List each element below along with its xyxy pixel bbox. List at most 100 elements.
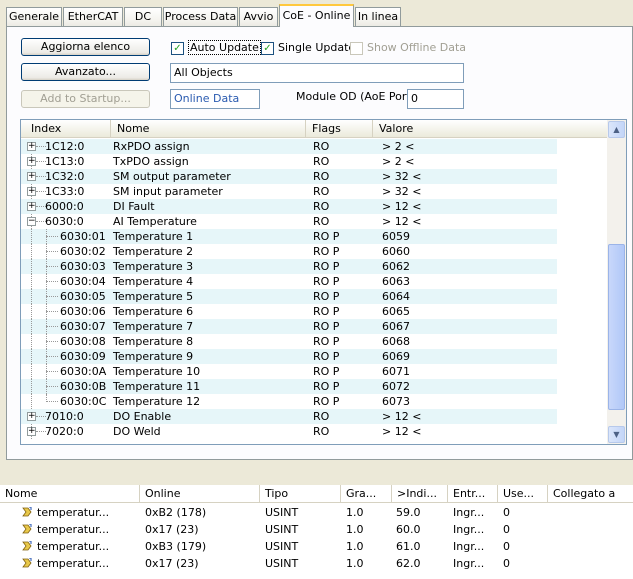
- col-var-collegato[interactable]: Collegato a: [548, 485, 633, 503]
- row-flags: RO P: [313, 230, 340, 243]
- var-indi: 59.0: [396, 506, 421, 519]
- coe-object-list[interactable]: Index Nome Flags Valore +1C12:0 RxPDO ass…: [20, 119, 627, 445]
- list-item[interactable]: 6030:07 Temperature 7 RO P 6067: [21, 319, 557, 334]
- collapse-icon[interactable]: −: [27, 217, 36, 226]
- row-index: 1C32:0: [45, 170, 85, 183]
- row-flags: RO P: [313, 395, 340, 408]
- list-item[interactable]: 6030:06 Temperature 6 RO P 6065: [21, 304, 557, 319]
- list-item[interactable]: +1C33:0 SM input parameter RO > 32 <: [21, 184, 557, 199]
- row-index: 6030:01: [60, 230, 106, 243]
- auto-update-checkbox[interactable]: ✓ Auto Update: [171, 40, 261, 55]
- col-var-tipo[interactable]: Tipo: [260, 485, 341, 503]
- list-item[interactable]: 6030:0B Temperature 11 RO P 6072: [21, 379, 557, 394]
- variable-list[interactable]: Nome Online Tipo Gra... >Indi... Entr...…: [0, 485, 633, 579]
- variable-row[interactable]: temperatur... 0xB3 (179) USINT 1.0 61.0 Ingr.…: [0, 538, 633, 555]
- expand-icon[interactable]: +: [27, 187, 36, 196]
- col-var-online[interactable]: Online: [140, 485, 260, 503]
- show-offline-data-checkbox[interactable]: Show Offline Data: [350, 41, 466, 55]
- row-value: 6059: [382, 230, 410, 243]
- row-name: TxPDO assign: [113, 155, 189, 168]
- row-flags: RO P: [313, 275, 340, 288]
- list-item[interactable]: 6030:0C Temperature 12 RO P 6073: [21, 394, 557, 409]
- var-indi: 61.0: [396, 540, 421, 553]
- module-od-field[interactable]: 0: [407, 89, 464, 109]
- row-flags: RO: [313, 410, 330, 423]
- row-flags: RO P: [313, 245, 340, 258]
- tab-generale[interactable]: Generale: [6, 7, 62, 26]
- row-value: 6073: [382, 395, 410, 408]
- col-flags[interactable]: Flags: [306, 120, 373, 137]
- list-scrollbar[interactable]: ▲ ▼: [607, 120, 626, 444]
- avanzato-button[interactable]: Avanzato...: [21, 63, 150, 81]
- var-indi: 62.0: [396, 557, 421, 570]
- list-item[interactable]: +1C32:0 SM output parameter RO > 32 <: [21, 169, 557, 184]
- tab-avvio[interactable]: Avvio: [239, 7, 278, 26]
- var-gra: 1.0: [346, 506, 364, 519]
- expand-icon[interactable]: +: [27, 172, 36, 181]
- row-index: 6030:09: [60, 350, 106, 363]
- aggiorna-elenco-button[interactable]: Aggiorna elenco: [21, 38, 150, 56]
- var-online: 0x17 (23): [145, 523, 199, 536]
- list-item[interactable]: −6030:0 AI Temperature RO > 12 <: [21, 214, 557, 229]
- var-tipo: USINT: [265, 540, 299, 553]
- row-flags: RO P: [313, 320, 340, 333]
- tab-coe-online[interactable]: CoE - Online: [279, 4, 354, 27]
- list-item[interactable]: +7020:0 DO Weld RO > 12 <: [21, 424, 557, 439]
- col-valore[interactable]: Valore: [373, 120, 607, 137]
- list-item[interactable]: 6030:04 Temperature 4 RO P 6063: [21, 274, 557, 289]
- list-item[interactable]: 6030:09 Temperature 9 RO P 6069: [21, 349, 557, 364]
- list-item[interactable]: 6030:01 Temperature 1 RO P 6059: [21, 229, 557, 244]
- col-var-entr[interactable]: Entr...: [448, 485, 498, 503]
- col-var-use[interactable]: Use...: [498, 485, 548, 503]
- row-name: Temperature 7: [113, 320, 194, 333]
- row-flags: RO P: [313, 290, 340, 303]
- list-item[interactable]: +1C13:0 TxPDO assign RO > 2 <: [21, 154, 557, 169]
- add-to-startup-button[interactable]: Add to Startup...: [21, 90, 150, 108]
- row-name: DO Weld: [113, 425, 161, 438]
- tab-ethercat[interactable]: EtherCAT: [63, 7, 123, 26]
- filter-field[interactable]: All Objects: [170, 63, 464, 83]
- list-item[interactable]: 6030:03 Temperature 3 RO P 6062: [21, 259, 557, 274]
- scroll-down-icon[interactable]: ▼: [608, 426, 625, 443]
- row-value: 6072: [382, 380, 410, 393]
- col-var-gra[interactable]: Gra...: [341, 485, 392, 503]
- var-online: 0xB3 (179): [145, 540, 207, 553]
- scroll-thumb[interactable]: [608, 244, 625, 410]
- list-item[interactable]: 6030:0A Temperature 10 RO P 6071: [21, 364, 557, 379]
- row-flags: RO: [313, 185, 330, 198]
- tab-in-linea[interactable]: In linea: [355, 7, 401, 26]
- col-nome[interactable]: Nome: [111, 120, 306, 137]
- row-name: Temperature 6: [113, 305, 194, 318]
- var-name: temperatur...: [37, 557, 110, 570]
- row-index: 6030:03: [60, 260, 106, 273]
- expand-icon[interactable]: +: [27, 157, 36, 166]
- list-item[interactable]: +1C12:0 RxPDO assign RO > 2 <: [21, 139, 557, 154]
- single-update-checkbox[interactable]: ✓ Single Update: [261, 41, 355, 55]
- list-item[interactable]: 6030:05 Temperature 5 RO P 6064: [21, 289, 557, 304]
- var-entr: Ingr...: [453, 523, 485, 536]
- var-name: temperatur...: [37, 540, 110, 553]
- variable-row[interactable]: temperatur... 0x17 (23) USINT 1.0 60.0 Ingr..…: [0, 521, 633, 538]
- expand-icon[interactable]: +: [27, 202, 36, 211]
- list-item[interactable]: +7010:0 DO Enable RO > 12 <: [21, 409, 557, 424]
- online-data-field[interactable]: Online Data: [170, 89, 260, 109]
- col-index[interactable]: Index: [21, 120, 111, 137]
- tab-process-data[interactable]: Process Data: [163, 7, 238, 26]
- list-header: Index Nome Flags Valore: [21, 120, 607, 138]
- variable-row[interactable]: temperatur... 0x17 (23) USINT 1.0 62.0 Ingr..…: [0, 555, 633, 572]
- expand-icon[interactable]: +: [27, 412, 36, 421]
- expand-icon[interactable]: +: [27, 142, 36, 151]
- list-item[interactable]: 6030:02 Temperature 2 RO P 6060: [21, 244, 557, 259]
- row-flags: RO: [313, 200, 330, 213]
- tab-dc[interactable]: DC: [124, 7, 162, 26]
- list-item[interactable]: +6000:0 DI Fault RO > 12 <: [21, 199, 557, 214]
- col-var-nome[interactable]: Nome: [0, 485, 140, 503]
- col-var-indi[interactable]: >Indi...: [392, 485, 448, 503]
- expand-icon[interactable]: +: [27, 427, 36, 436]
- list-item[interactable]: 6030:08 Temperature 8 RO P 6068: [21, 334, 557, 349]
- variable-row[interactable]: temperatur... 0xB2 (178) USINT 1.0 59.0 Ingr.…: [0, 504, 633, 521]
- scroll-up-icon[interactable]: ▲: [608, 121, 625, 138]
- input-variable-icon: [22, 524, 32, 534]
- row-index: 1C12:0: [45, 140, 85, 153]
- row-name: SM output parameter: [113, 170, 231, 183]
